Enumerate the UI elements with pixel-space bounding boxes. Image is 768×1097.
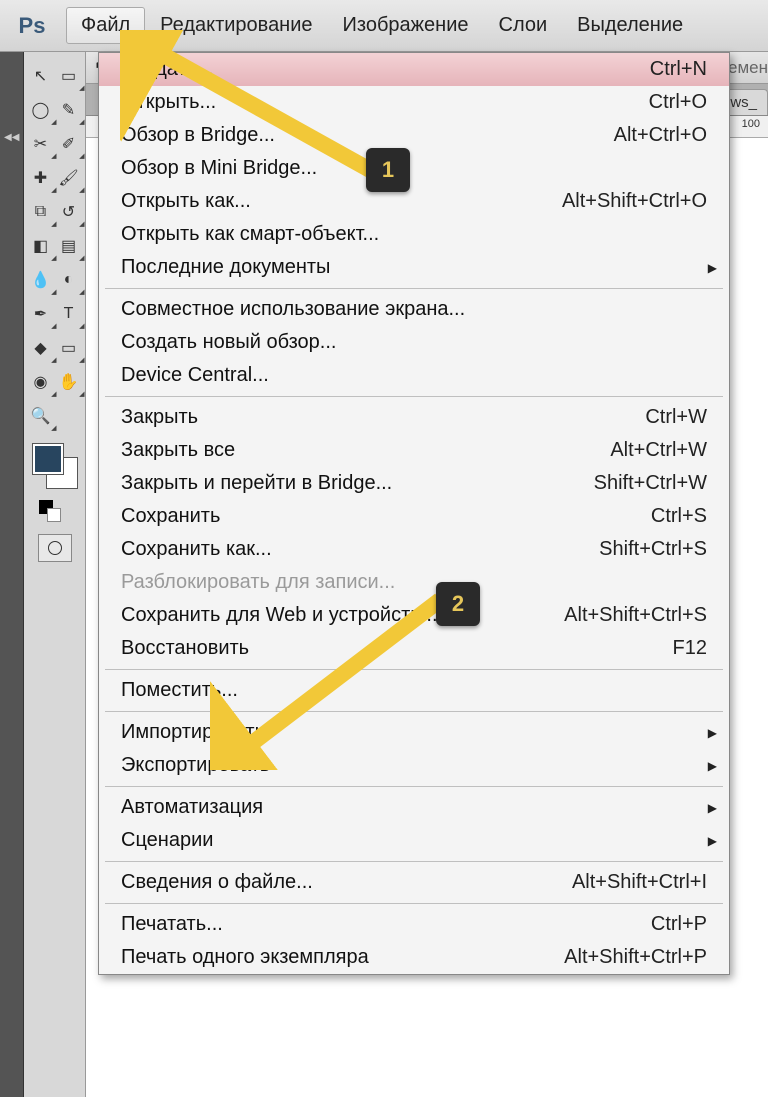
pen-tool-icon[interactable]: ✒ xyxy=(27,300,55,328)
eyedropper-tool-icon[interactable]: ✐ xyxy=(55,130,83,158)
menu-label: Сценарии xyxy=(121,829,213,852)
menu-label: Печать одного экземпляра xyxy=(121,946,369,969)
menu-label: Сведения о файле... xyxy=(121,871,313,894)
menu-select[interactable]: Выделение xyxy=(562,7,698,44)
menu-label: Закрыть все xyxy=(121,439,235,462)
menu-label: Сохранить как... xyxy=(121,538,272,561)
menu-shortcut: Ctrl+S xyxy=(651,505,707,528)
menu-label: Сохранить xyxy=(121,505,220,528)
menu-item-file-info[interactable]: Сведения о файле... Alt+Shift+Ctrl+I xyxy=(99,866,729,899)
zoom-tool-icon[interactable]: 🔍 xyxy=(27,402,55,430)
stamp-tool-icon[interactable]: ⧉ xyxy=(27,198,55,226)
menu-label: Печатать... xyxy=(121,913,223,936)
crop-tool-icon[interactable]: ✂ xyxy=(27,130,55,158)
menu-shortcut: Alt+Shift+Ctrl+S xyxy=(564,604,707,627)
menu-label: Открыть как... xyxy=(121,190,251,213)
lasso-tool-icon[interactable]: ◯ xyxy=(27,96,55,124)
quickmask-button[interactable] xyxy=(38,534,72,562)
menu-shortcut: Ctrl+N xyxy=(650,58,707,81)
options-text-fragment: емен xyxy=(728,58,768,78)
3d-tool-icon[interactable]: ◉ xyxy=(27,368,55,396)
submenu-arrow-icon: ▶ xyxy=(708,801,717,815)
submenu-arrow-icon: ▶ xyxy=(708,834,717,848)
path-select-tool-icon[interactable]: ◆ xyxy=(27,334,55,362)
menu-label: Последние документы xyxy=(121,256,330,279)
menu-item-new-review[interactable]: Создать новый обзор... xyxy=(99,326,729,359)
menu-separator xyxy=(105,861,723,862)
panel-dock-strip[interactable]: ◀◀ xyxy=(0,52,24,1097)
annotation-arrow-2 xyxy=(210,590,460,770)
menu-label: Совместное использование экрана... xyxy=(121,298,465,321)
menu-item-save-as[interactable]: Сохранить как... Shift+Ctrl+S xyxy=(99,533,729,566)
menu-shortcut: Alt+Ctrl+W xyxy=(610,439,707,462)
gradient-tool-icon[interactable]: ▤ xyxy=(55,232,83,260)
menu-item-close-all[interactable]: Закрыть все Alt+Ctrl+W xyxy=(99,434,729,467)
quick-select-tool-icon[interactable]: ✎ xyxy=(55,96,83,124)
default-colors-icon-2[interactable] xyxy=(47,508,61,522)
menu-shortcut: Ctrl+O xyxy=(649,91,707,114)
menu-shortcut: Alt+Shift+Ctrl+O xyxy=(562,190,707,213)
menu-label: Закрыть и перейти в Bridge... xyxy=(121,472,392,495)
submenu-arrow-icon: ▶ xyxy=(708,759,717,773)
menu-label: Создать новый обзор... xyxy=(121,331,336,354)
type-tool-icon[interactable]: T xyxy=(55,300,83,328)
menu-shortcut: Ctrl+P xyxy=(651,913,707,936)
menu-label: Автоматизация xyxy=(121,796,263,819)
menu-item-close-bridge[interactable]: Закрыть и перейти в Bridge... Shift+Ctrl… xyxy=(99,467,729,500)
menu-item-print-one[interactable]: Печать одного экземпляра Alt+Shift+Ctrl+… xyxy=(99,941,729,974)
menu-label: Открыть как смарт-объект... xyxy=(121,223,379,246)
history-brush-tool-icon[interactable]: ↺ xyxy=(55,198,83,226)
menu-separator xyxy=(105,903,723,904)
annotation-badge-2: 2 xyxy=(436,582,480,626)
annotation-arrow-1 xyxy=(120,30,380,190)
menu-shortcut: Alt+Ctrl+O xyxy=(614,124,707,147)
annotation-badge-1: 1 xyxy=(366,148,410,192)
menu-item-device-central[interactable]: Device Central... xyxy=(99,359,729,392)
ruler-tick-label: 100 xyxy=(742,118,760,130)
menu-shortcut: Shift+Ctrl+W xyxy=(594,472,707,495)
menu-separator xyxy=(105,288,723,289)
menu-shortcut: F12 xyxy=(673,637,707,660)
eraser-tool-icon[interactable]: ◧ xyxy=(27,232,55,260)
menu-item-scripts[interactable]: Сценарии ▶ xyxy=(99,824,729,857)
menu-separator xyxy=(105,396,723,397)
menubar: Ps Файл Редактирование Изображение Слои … xyxy=(0,0,768,52)
menu-item-open-smart[interactable]: Открыть как смарт-объект... xyxy=(99,218,729,251)
menu-item-save[interactable]: Сохранить Ctrl+S xyxy=(99,500,729,533)
file-dropdown-menu: Создать... Ctrl+N Открыть... Ctrl+O Обзо… xyxy=(98,52,730,975)
expand-panels-icon[interactable]: ◀◀ xyxy=(4,132,19,143)
move-tool-icon[interactable]: ↖ xyxy=(27,62,55,90)
app-logo: Ps xyxy=(8,8,56,44)
menu-item-print[interactable]: Печатать... Ctrl+P xyxy=(99,908,729,941)
menu-shortcut: Alt+Shift+Ctrl+P xyxy=(564,946,707,969)
menu-item-close[interactable]: Закрыть Ctrl+W xyxy=(99,401,729,434)
menu-separator xyxy=(105,786,723,787)
menu-item-recent[interactable]: Последние документы ▶ xyxy=(99,251,729,284)
dodge-tool-icon[interactable]: ◐ xyxy=(55,266,83,294)
menu-item-share-screen[interactable]: Совместное использование экрана... xyxy=(99,293,729,326)
tools-panel: ↖▭ ◯✎ ✂✐ ✚🖌 ⧉↺ ◧▤ 💧◐ ✒T ◆▭ ◉✋ 🔍 xyxy=(24,52,86,1097)
blur-tool-icon[interactable]: 💧 xyxy=(27,266,55,294)
menu-shortcut: Ctrl+W xyxy=(645,406,707,429)
shape-tool-icon[interactable]: ▭ xyxy=(55,334,83,362)
menu-label: Device Central... xyxy=(121,364,269,387)
menu-shortcut: Alt+Shift+Ctrl+I xyxy=(572,871,707,894)
healing-tool-icon[interactable]: ✚ xyxy=(27,164,55,192)
submenu-arrow-icon: ▶ xyxy=(708,261,717,275)
menu-shortcut: Shift+Ctrl+S xyxy=(599,538,707,561)
hand-tool-icon[interactable]: ✋ xyxy=(55,368,83,396)
marquee-tool-icon[interactable]: ▭ xyxy=(55,62,83,90)
brush-tool-icon[interactable]: 🖌 xyxy=(55,164,83,192)
menu-layer[interactable]: Слои xyxy=(484,7,563,44)
menu-label: Закрыть xyxy=(121,406,198,429)
fg-color-swatch[interactable] xyxy=(33,444,63,474)
submenu-arrow-icon: ▶ xyxy=(708,726,717,740)
color-swatches[interactable] xyxy=(33,444,77,488)
menu-item-automate[interactable]: Автоматизация ▶ xyxy=(99,791,729,824)
